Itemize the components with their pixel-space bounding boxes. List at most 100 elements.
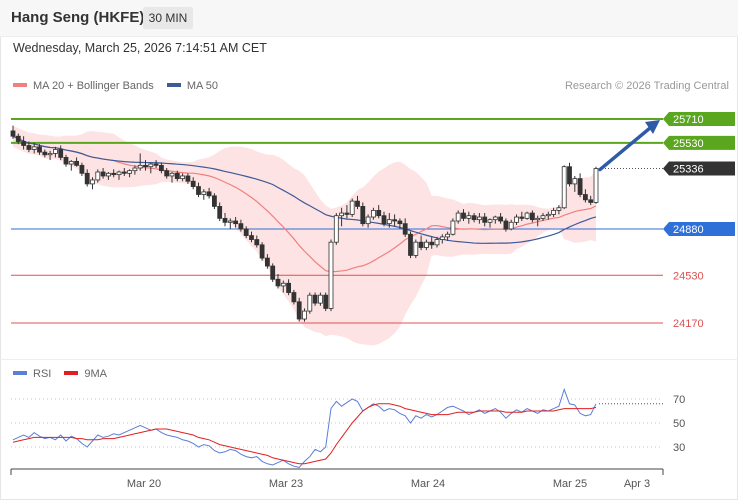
candle-body <box>169 172 175 177</box>
candle-body <box>355 200 360 207</box>
candle-body <box>360 206 366 225</box>
candle-body <box>376 210 382 217</box>
candle-body <box>270 265 276 280</box>
candle-body <box>317 294 323 304</box>
rsi-tick-label: 70 <box>673 394 685 406</box>
candle-body <box>63 157 69 165</box>
level-label-24530: 24530 <box>673 270 704 282</box>
candle-body <box>58 149 64 158</box>
candle-body <box>365 216 371 225</box>
candle-body <box>498 216 504 222</box>
candle-body <box>249 235 254 240</box>
candle-body <box>561 166 567 209</box>
level-tag-25530: 25530 <box>663 135 735 150</box>
candle-body <box>508 221 514 230</box>
candle-body <box>476 216 482 221</box>
candle-body <box>233 220 239 225</box>
candle-body <box>164 170 170 177</box>
candle-body <box>344 212 350 215</box>
level-tag-text: 25530 <box>673 138 704 150</box>
candle-body <box>503 220 509 230</box>
candle-body <box>132 167 138 172</box>
price-chart[interactable]: 25710 25530 25336 24880 24530 24170 70 50 30 Mar … <box>0 0 738 500</box>
candle-body <box>74 160 79 166</box>
candle-body <box>143 164 148 168</box>
candle-body <box>174 172 180 180</box>
candle-body <box>280 282 286 287</box>
candle-body <box>286 282 292 293</box>
candle-body <box>386 219 392 225</box>
x-tick-label: Mar 24 <box>411 478 445 490</box>
candle-body <box>84 172 90 185</box>
candle <box>211 193 217 210</box>
candle-body <box>545 213 551 217</box>
candle-body <box>307 294 313 312</box>
candle-body <box>572 178 578 185</box>
candle-body <box>392 219 398 222</box>
candle-body <box>556 207 562 211</box>
candle-body <box>402 223 408 235</box>
candle <box>567 162 572 187</box>
candle-body <box>10 130 16 137</box>
candle-body <box>429 241 435 246</box>
candle-body <box>275 278 281 287</box>
x-tick-label: Mar 23 <box>269 478 303 490</box>
candle-body <box>408 233 413 256</box>
candle-body <box>583 194 588 201</box>
candle <box>270 263 276 282</box>
candle-body <box>577 178 583 195</box>
candle-body <box>95 171 101 181</box>
candle <box>413 239 419 259</box>
candle-body <box>524 212 530 219</box>
candle-body <box>21 141 27 146</box>
candle-body <box>254 239 260 246</box>
level-tag-text: 25336 <box>673 164 704 176</box>
candle-body <box>492 216 498 221</box>
level-label-24170: 24170 <box>673 318 704 330</box>
candle-body <box>530 212 535 221</box>
x-tick-label: Apr 3 <box>624 478 650 490</box>
candle-body <box>296 301 302 320</box>
candle-body <box>227 220 233 223</box>
level-tag-25336: 25336 <box>663 161 735 176</box>
candle-body <box>53 149 58 154</box>
candle-body <box>312 294 318 304</box>
candle <box>349 198 355 218</box>
x-tick-label: Mar 20 <box>127 478 161 490</box>
candle-body <box>328 241 334 309</box>
candle-body <box>90 179 95 185</box>
candle-body <box>593 168 599 203</box>
candle-body <box>567 166 572 185</box>
candle-body <box>264 257 270 267</box>
candle-body <box>137 164 143 169</box>
candle-body <box>15 135 21 142</box>
candle-body <box>551 210 556 215</box>
candle-body <box>153 163 159 166</box>
candle <box>259 242 265 261</box>
candle-body <box>291 292 297 303</box>
candle-body <box>540 215 546 219</box>
candle-body <box>217 206 223 219</box>
candle-body <box>190 180 196 187</box>
candle-body <box>482 216 488 223</box>
candle <box>408 231 413 259</box>
candle-body <box>100 171 106 177</box>
candle-body <box>243 228 249 236</box>
candle-body <box>180 175 186 180</box>
candle-body <box>259 244 265 259</box>
candle <box>524 211 530 220</box>
candle <box>323 292 329 312</box>
candle-body <box>148 163 154 168</box>
candle-body <box>370 210 376 218</box>
candle-body <box>26 145 32 150</box>
candle-body <box>116 171 122 176</box>
candle-body <box>588 199 594 203</box>
candle-body <box>445 233 451 238</box>
candle-body <box>106 172 111 177</box>
candle-body <box>339 212 345 217</box>
candle-body <box>439 236 445 240</box>
candle-body <box>514 216 519 223</box>
candle <box>307 292 313 314</box>
candle <box>593 166 599 204</box>
candle-body <box>47 153 53 156</box>
